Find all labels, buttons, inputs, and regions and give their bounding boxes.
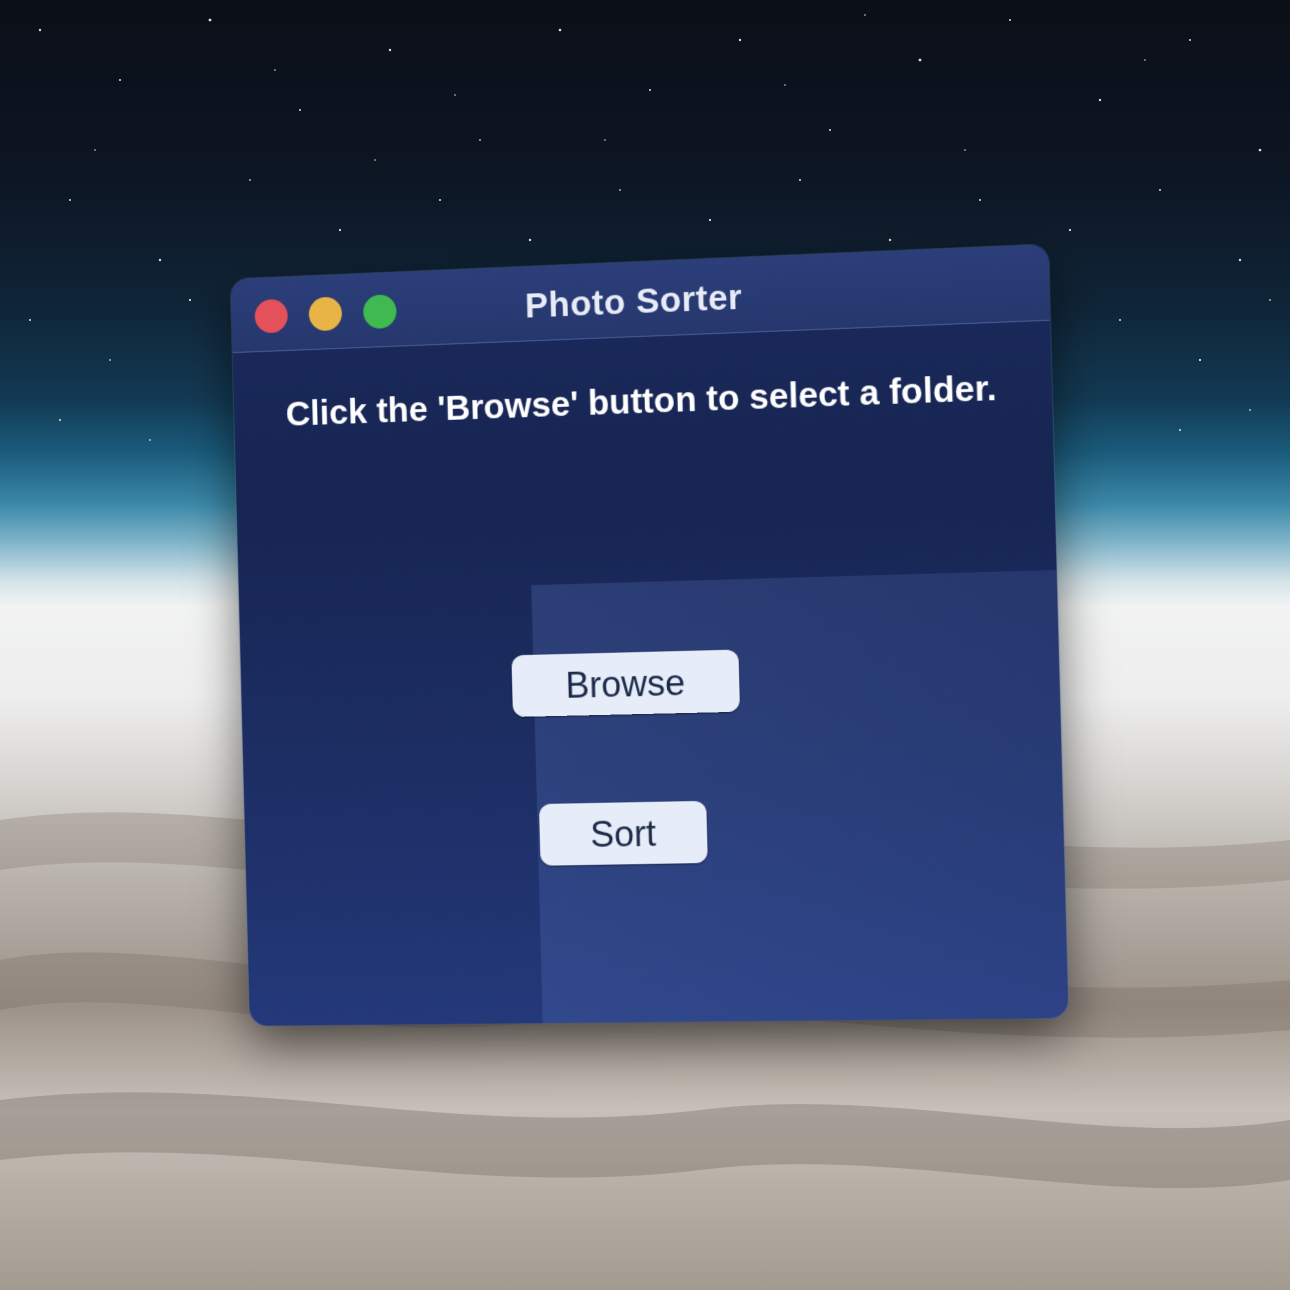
desktop-background: Photo Sorter Click the 'Browse' button t… (0, 0, 1290, 1290)
screen-glare (531, 567, 1069, 1026)
photo-sorter-window: Photo Sorter Click the 'Browse' button t… (230, 244, 1069, 1026)
sort-button[interactable]: Sort (538, 800, 708, 866)
browse-button[interactable]: Browse (511, 649, 741, 718)
instructions-label: Click the 'Browse' button to select a fo… (285, 368, 998, 434)
window-title: Photo Sorter (524, 277, 743, 326)
